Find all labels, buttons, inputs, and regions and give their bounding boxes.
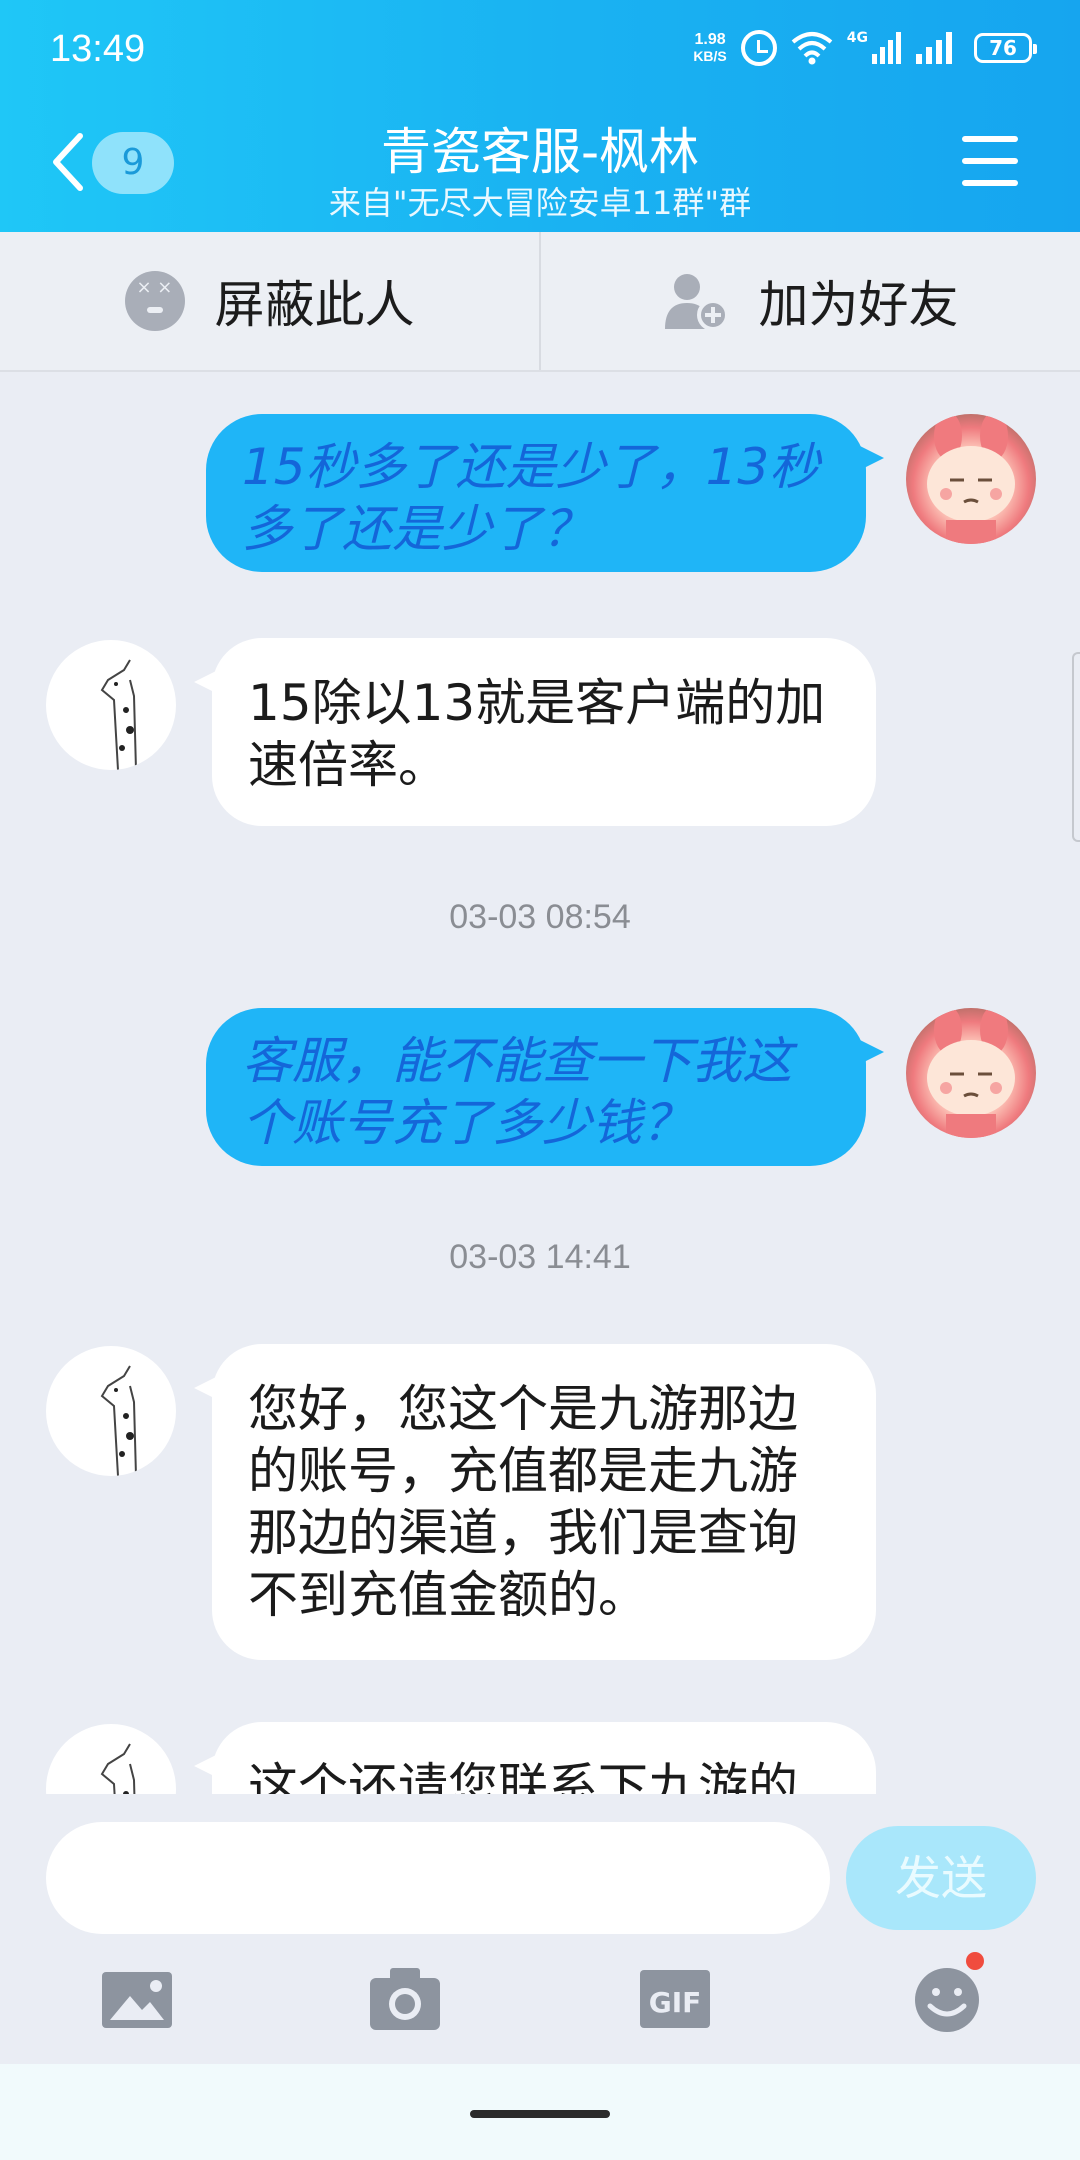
scroll-indicator[interactable] bbox=[1072, 652, 1080, 842]
message-timestamp: 03-03 14:41 bbox=[449, 1238, 631, 1276]
notification-dot bbox=[966, 1952, 984, 1970]
status-icons: 1.98 KB/S 4G 76 bbox=[693, 30, 1037, 66]
my-avatar[interactable] bbox=[906, 1008, 1036, 1138]
message-text: 客服，能不能查一下我这个账号充了多少钱？ bbox=[242, 1032, 792, 1152]
gif-label: GIF bbox=[649, 1986, 702, 2019]
gif-icon[interactable]: GIF bbox=[638, 1966, 712, 2032]
network-speed: 1.98 KB/S bbox=[693, 31, 727, 65]
contact-avatar[interactable] bbox=[46, 1724, 176, 1794]
emoji-icon[interactable] bbox=[910, 1952, 984, 2032]
message-text: 您好，您这个是九游那边的账号，充值都是走九游那边的渠道，我们是查询不到充值金额的… bbox=[248, 1380, 798, 1624]
wifi-icon bbox=[791, 31, 833, 65]
message-input[interactable] bbox=[46, 1822, 830, 1934]
network-type: 4G bbox=[846, 30, 868, 46]
message-text: 15秒多了还是少了，13秒多了还是少了？ bbox=[242, 438, 820, 558]
image-icon[interactable] bbox=[100, 1966, 174, 2032]
network-speed-unit: KB/S bbox=[693, 48, 727, 64]
add-person-icon bbox=[663, 271, 729, 331]
signal-icon bbox=[872, 32, 902, 64]
message-bubble-incoming[interactable]: 您好，您这个是九游那边的账号，充值都是走九游那边的渠道，我们是查询不到充值金额的… bbox=[194, 1344, 876, 1660]
action-bar: 屏蔽此人 加为好友 bbox=[0, 232, 1080, 372]
message-text: 15除以13就是客户端的加速倍率。 bbox=[248, 674, 826, 794]
alarm-icon bbox=[740, 30, 777, 66]
network-speed-value: 1.98 bbox=[694, 31, 726, 48]
chat-title: 青瓷客服-枫林 bbox=[380, 123, 700, 181]
app-header: 13:49 1.98 KB/S 4G 76 9 青瓷客服-枫林 来自"无尽大冒险… bbox=[0, 0, 1080, 232]
battery-icon: 76 bbox=[974, 33, 1037, 63]
message-text: 这个还请您联系下九游的 bbox=[248, 1758, 798, 1794]
block-face-icon bbox=[124, 271, 185, 331]
home-indicator[interactable] bbox=[470, 2110, 610, 2118]
send-button[interactable]: 发送 bbox=[846, 1826, 1036, 1930]
status-time: 13:49 bbox=[50, 28, 146, 70]
chat-subtitle: 来自"无尽大冒险安卓11群"群 bbox=[328, 184, 752, 222]
signal-icon-2 bbox=[916, 32, 960, 64]
chat-messages[interactable]: 15秒多了还是少了，13秒多了还是少了？ 15除以13就是客户端的加速倍率。 0… bbox=[0, 372, 1080, 1794]
input-area: 发送 GIF bbox=[0, 1794, 1080, 2064]
block-user-label: 屏蔽此人 bbox=[214, 276, 415, 334]
contact-avatar[interactable] bbox=[46, 1346, 176, 1476]
add-friend-button[interactable]: 加为好友 bbox=[541, 232, 1080, 370]
my-avatar[interactable] bbox=[906, 414, 1036, 544]
camera-icon[interactable] bbox=[368, 1966, 442, 2032]
message-bubble-incoming[interactable]: 这个还请您联系下九游的 bbox=[194, 1722, 876, 1794]
contact-avatar[interactable] bbox=[46, 640, 176, 770]
menu-icon[interactable] bbox=[962, 136, 1018, 188]
message-bubble-outgoing[interactable]: 客服，能不能查一下我这个账号充了多少钱？ bbox=[206, 1008, 884, 1166]
system-nav-bar bbox=[0, 2064, 1080, 2160]
add-friend-label: 加为好友 bbox=[758, 276, 959, 334]
block-user-button[interactable]: 屏蔽此人 bbox=[0, 232, 541, 370]
message-timestamp: 03-03 08:54 bbox=[449, 898, 631, 936]
message-bubble-outgoing[interactable]: 15秒多了还是少了，13秒多了还是少了？ bbox=[206, 414, 884, 572]
status-bar: 13:49 1.98 KB/S 4G 76 bbox=[0, 0, 1080, 100]
message-bubble-incoming[interactable]: 15除以13就是客户端的加速倍率。 bbox=[194, 638, 876, 826]
